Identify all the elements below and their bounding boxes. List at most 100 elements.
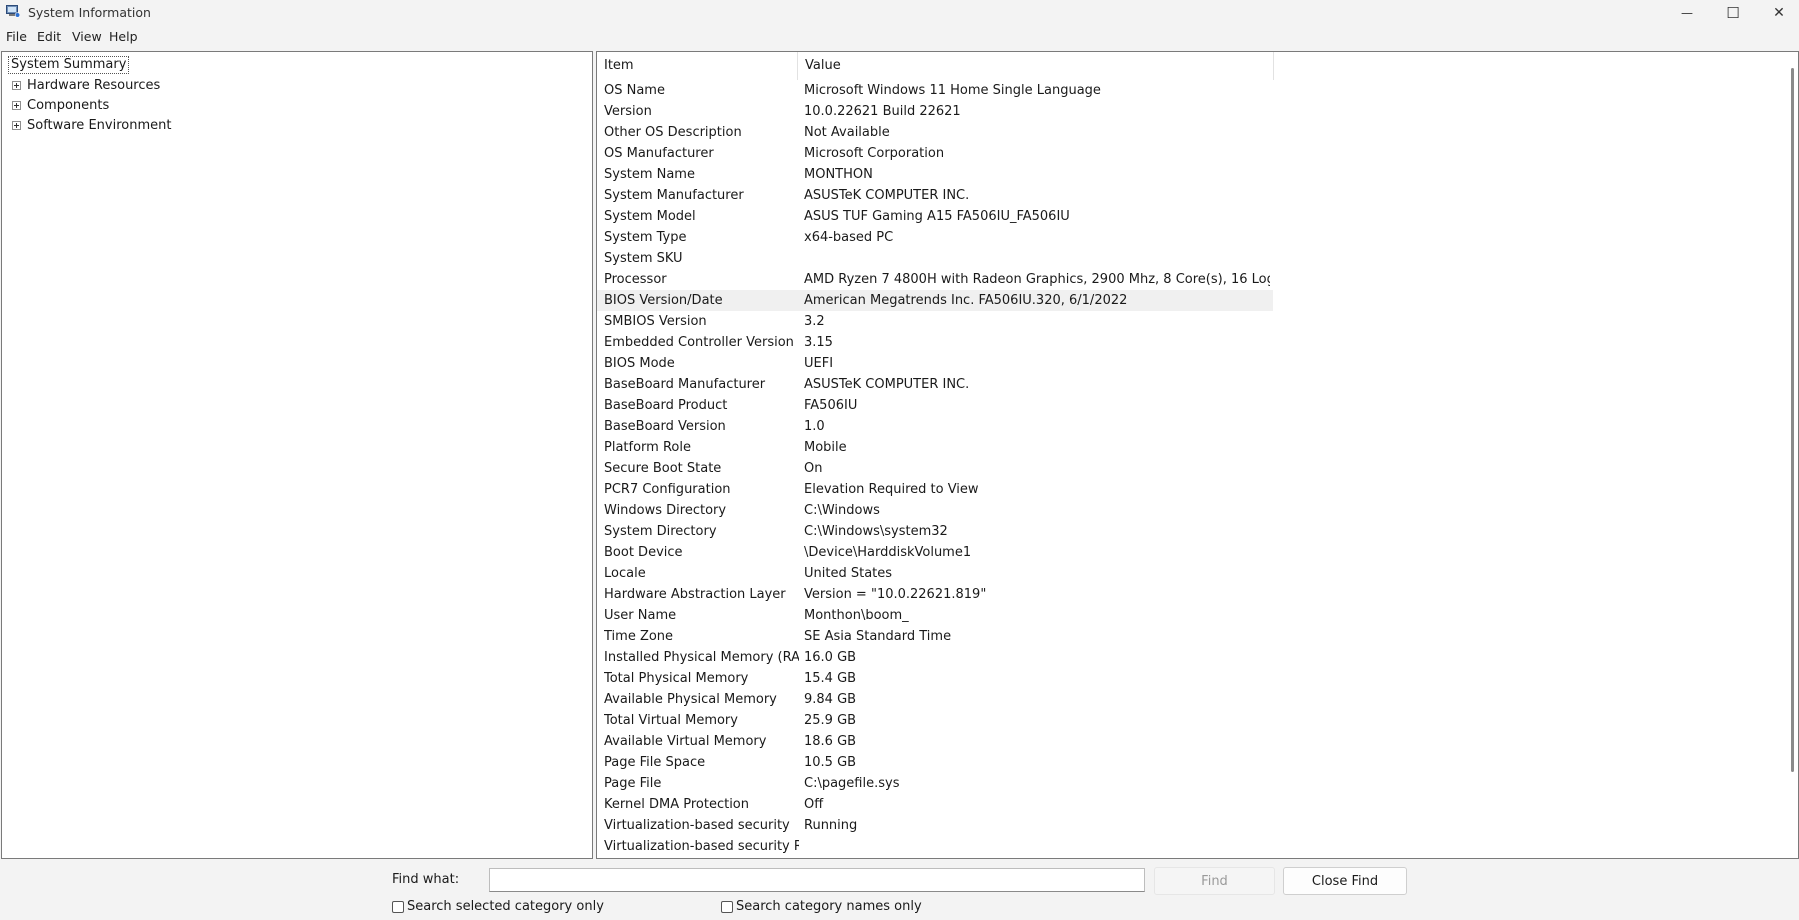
search-selected-category-checkbox[interactable] <box>392 900 404 913</box>
table-row[interactable]: User Name Monthon\boom_ <box>597 605 1273 626</box>
table-row[interactable]: Secure Boot State On <box>597 458 1273 479</box>
row-value: Off <box>804 797 824 812</box>
table-row[interactable]: BaseBoard Manufacturer ASUSTeK COMPUTER I… <box>597 374 1273 395</box>
find-what-label: Find what: <box>392 872 460 887</box>
table-row[interactable]: Installed Physical Memory (RAM) 16.0 GB <box>597 647 1273 668</box>
table-row[interactable]: Available Virtual Memory 18.6 GB <box>597 731 1273 752</box>
row-item: BIOS Version/Date <box>604 293 723 308</box>
row-item: Windows Directory <box>604 503 727 518</box>
row-value: 3.15 <box>804 335 833 350</box>
row-value: C:\Windows <box>804 503 880 518</box>
row-value: Mobile <box>804 440 847 455</box>
table-row[interactable]: Hardware Abstraction Layer Version = "10.… <box>597 584 1273 605</box>
menu-view[interactable]: View <box>72 29 102 44</box>
row-item: Secure Boot State <box>604 461 722 476</box>
table-row[interactable]: BIOS Version/Date American Megatrends Inc… <box>597 290 1273 311</box>
table-row[interactable]: BaseBoard Product FA506IU <box>597 395 1273 416</box>
close-icon: ✕ <box>1773 4 1785 21</box>
maximize-button[interactable]: ☐ <box>1710 0 1756 25</box>
row-item: Kernel DMA Protection <box>604 797 749 812</box>
row-value: Not Available <box>804 125 890 140</box>
search-category-names-label: Search category names only <box>736 899 922 914</box>
table-row[interactable]: Page File C:\pagefile.sys <box>597 773 1273 794</box>
row-value: ASUSTeK COMPUTER INC. <box>804 188 970 203</box>
table-row[interactable]: Total Physical Memory 15.4 GB <box>597 668 1273 689</box>
row-value: x64-based PC <box>804 230 894 245</box>
table-row[interactable]: Virtualization-based security Running <box>597 815 1273 836</box>
row-item: Other OS Description <box>604 125 742 140</box>
category-tree[interactable]: System Summary Hardware Resources Compon… <box>1 51 593 859</box>
details-list[interactable]: Item Value OS Name Microsoft Windows 11 H… <box>596 51 1799 859</box>
table-row[interactable]: SMBIOS Version 3.2 <box>597 311 1273 332</box>
maximize-icon: ☐ <box>1726 3 1740 22</box>
search-category-names-checkbox[interactable] <box>721 900 733 913</box>
table-row[interactable]: System Manufacturer ASUSTeK COMPUTER INC. <box>597 185 1273 206</box>
table-row[interactable]: Total Virtual Memory 25.9 GB <box>597 710 1273 731</box>
row-value: SE Asia Standard Time <box>804 629 952 644</box>
row-value: 10.0.22621 Build 22621 <box>804 104 961 119</box>
menu-edit[interactable]: Edit <box>37 29 61 44</box>
row-value: Running <box>804 818 858 833</box>
expand-icon[interactable] <box>12 100 21 110</box>
row-item: System SKU <box>604 251 683 266</box>
row-item: Page File <box>604 776 662 791</box>
table-row[interactable]: System Name MONTHON <box>597 164 1273 185</box>
row-value: ASUSTeK COMPUTER INC. <box>804 377 970 392</box>
table-row[interactable]: Platform Role Mobile <box>597 437 1273 458</box>
table-row[interactable]: Available Physical Memory 9.84 GB <box>597 689 1273 710</box>
row-value: FA506IU <box>804 398 858 413</box>
table-row[interactable]: Page File Space 10.5 GB <box>597 752 1273 773</box>
system-information-app-icon <box>6 5 20 18</box>
row-value: ASUS TUF Gaming A15 FA506IU_FA506IU <box>804 209 1070 224</box>
close-find-button[interactable]: Close Find <box>1283 867 1407 895</box>
expand-icon[interactable] <box>12 80 21 90</box>
table-row[interactable]: Boot Device \Device\HarddiskVolume1 <box>597 542 1273 563</box>
row-item: System Manufacturer <box>604 188 744 203</box>
menu-file[interactable]: File <box>6 29 27 44</box>
table-row[interactable]: Processor AMD Ryzen 7 4800H with Radeon G… <box>597 269 1273 290</box>
row-value: Microsoft Windows 11 Home Single Languag… <box>804 83 1101 98</box>
row-value: 10.5 GB <box>804 755 857 770</box>
row-value: Monthon\boom_ <box>804 608 909 623</box>
table-row[interactable]: System Type x64-based PC <box>597 227 1273 248</box>
find-what-input[interactable] <box>489 868 1145 892</box>
row-item: Total Virtual Memory <box>604 713 738 728</box>
row-item: Embedded Controller Version <box>604 335 794 350</box>
search-category-names-option[interactable]: Search category names only <box>721 899 922 914</box>
table-row[interactable]: BaseBoard Version 1.0 <box>597 416 1273 437</box>
table-row[interactable]: Locale United States <box>597 563 1273 584</box>
title-bar[interactable]: System Information — ☐ ✕ <box>0 0 1799 25</box>
tree-item-software-environment[interactable]: Software Environment <box>12 116 171 134</box>
menu-help[interactable]: Help <box>109 29 138 44</box>
table-row[interactable]: Other OS Description Not Available <box>597 122 1273 143</box>
tree-item-hardware-resources[interactable]: Hardware Resources <box>12 76 160 94</box>
table-row[interactable]: Windows Directory C:\Windows <box>597 500 1273 521</box>
table-row[interactable]: OS Manufacturer Microsoft Corporation <box>597 143 1273 164</box>
search-selected-category-option[interactable]: Search selected category only <box>392 899 604 914</box>
row-item: User Name <box>604 608 677 623</box>
column-header-item[interactable]: Item <box>597 52 798 80</box>
row-value: 3.2 <box>804 314 825 329</box>
close-button[interactable]: ✕ <box>1756 0 1799 25</box>
row-value: On <box>804 461 823 476</box>
minimize-button[interactable]: — <box>1664 0 1710 25</box>
vertical-scrollbar[interactable] <box>1791 68 1794 772</box>
table-row[interactable]: System SKU <box>597 248 1273 269</box>
table-row[interactable]: Time Zone SE Asia Standard Time <box>597 626 1273 647</box>
table-row[interactable]: Version 10.0.22621 Build 22621 <box>597 101 1273 122</box>
tree-item-components[interactable]: Components <box>12 96 109 114</box>
row-item: Version <box>604 104 652 119</box>
table-row[interactable]: PCR7 Configuration Elevation Required to … <box>597 479 1273 500</box>
column-header-value[interactable]: Value <box>798 52 1274 80</box>
table-row[interactable]: Kernel DMA Protection Off <box>597 794 1273 815</box>
table-row[interactable]: System Model ASUS TUF Gaming A15 FA506IU_… <box>597 206 1273 227</box>
expand-icon[interactable] <box>12 120 21 130</box>
table-row[interactable]: Virtualization-based security Re... <box>597 836 1273 857</box>
table-row[interactable]: OS Name Microsoft Windows 11 Home Single … <box>597 80 1273 101</box>
table-row[interactable]: BIOS Mode UEFI <box>597 353 1273 374</box>
row-value: Elevation Required to View <box>804 482 979 497</box>
table-row[interactable]: Embedded Controller Version 3.15 <box>597 332 1273 353</box>
table-row[interactable]: System Directory C:\Windows\system32 <box>597 521 1273 542</box>
find-button[interactable]: Find <box>1154 867 1275 895</box>
tree-item-system-summary[interactable]: System Summary <box>8 56 130 74</box>
